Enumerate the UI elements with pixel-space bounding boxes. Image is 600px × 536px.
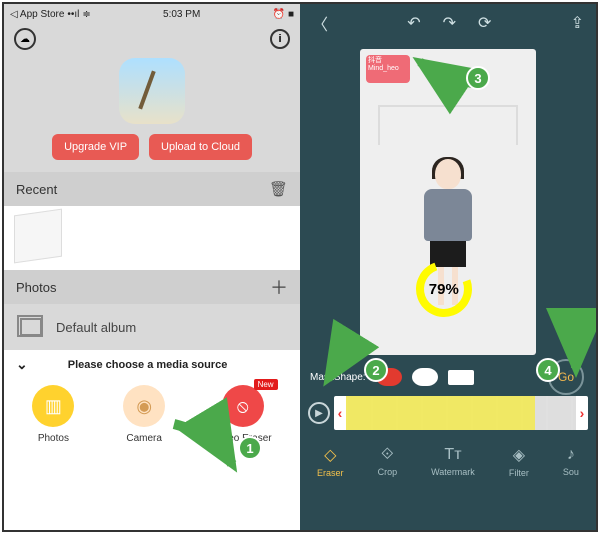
strip-right-icon[interactable]: › [576, 396, 588, 430]
mask-ellipse-white[interactable] [412, 368, 438, 386]
trash-icon[interactable]: 🗑 [269, 180, 288, 198]
redo-icon[interactable]: ↷ [443, 13, 456, 33]
recent-row[interactable] [4, 206, 300, 270]
wifi-icon: ≑ [82, 9, 90, 20]
add-icon[interactable]: ＋ [270, 274, 288, 300]
photos-header: Photos ＋ [4, 270, 300, 304]
annotation-2: 2 [364, 358, 388, 382]
tool-crop[interactable]: ⟐Crop [378, 446, 398, 477]
opt-label: Photos [38, 433, 69, 444]
hero-area: Upgrade VIP Upload to Cloud [4, 54, 300, 172]
annotation-arrow-4 [560, 322, 594, 383]
photos-label: Photos [16, 280, 56, 295]
crop-icon: ⟐ [381, 446, 394, 464]
clip-strip[interactable]: ‹ › [334, 396, 588, 430]
sound-icon: ♪ [567, 446, 575, 464]
text-icon: Tᴛ [444, 446, 461, 464]
upload-cloud-button[interactable]: Upload to Cloud [149, 134, 252, 160]
status-bar: ◁ App Store ••ıl ≑ 5:03 PM ⏰ ■ [4, 4, 300, 24]
annotation-4: 4 [536, 358, 560, 382]
back-icon[interactable]: 〈 [312, 11, 328, 35]
tool-sound[interactable]: ♪Sou [563, 446, 579, 477]
tool-filter[interactable]: ◈Filter [509, 445, 529, 478]
share-icon[interactable]: ⇪ [571, 13, 584, 33]
filter-icon: ◈ [513, 445, 525, 465]
album-label: Default album [56, 320, 136, 335]
bottom-tools: ◇Eraser ⟐Crop TᴛWatermark ◈Filter ♪Sou [300, 434, 596, 484]
signal-icon: ••ıl [67, 9, 79, 20]
recent-header: Recent 🗑 [4, 172, 300, 206]
camera-icon: ◉ [123, 385, 165, 427]
photo-icon: ▥ [32, 385, 74, 427]
sheet-prompt: Please choose a media source [68, 359, 228, 371]
timeline: ▶ ‹ › [300, 392, 596, 434]
tool-eraser[interactable]: ◇Eraser [317, 445, 344, 478]
undo-icon[interactable]: ↶ [407, 13, 420, 33]
chevron-down-icon[interactable]: ⌄ [16, 356, 28, 373]
strip-left-icon[interactable]: ‹ [334, 396, 346, 430]
media-option-camera[interactable]: ◉ Camera [123, 385, 165, 444]
opt-label: Camera [126, 433, 162, 444]
upgrade-vip-button[interactable]: Upgrade VIP [52, 134, 139, 160]
media-option-photos[interactable]: ▥ Photos [32, 385, 74, 444]
page-curl-icon [14, 209, 62, 264]
tiktok-watermark: 抖音Mind_heo [366, 55, 410, 83]
annotation-arrow-1 [164, 414, 244, 479]
selection-range[interactable] [346, 396, 535, 430]
info-icon[interactable]: i [270, 29, 290, 49]
editor-toolbar: 〈 ↶ ↷ ⟳ ⇪ [300, 4, 596, 42]
recent-label: Recent [16, 182, 57, 197]
bg-shelf [378, 105, 518, 145]
play-button[interactable]: ▶ [308, 402, 330, 424]
new-badge: New [254, 379, 278, 390]
annotation-3: 3 [466, 66, 490, 90]
annotation-1: 1 [238, 436, 262, 460]
tool-watermark[interactable]: TᴛWatermark [431, 446, 475, 477]
rotate-icon[interactable]: ⟳ [478, 13, 491, 33]
album-icon [20, 318, 42, 336]
top-bar: ☁ i [4, 24, 300, 54]
battery-icon: ■ [288, 9, 294, 20]
back-appstore[interactable]: ◁ App Store [10, 9, 64, 20]
clock: 5:03 PM [163, 9, 200, 20]
diamond-icon: ◇ [324, 445, 336, 465]
video-thumbnail[interactable] [119, 58, 185, 124]
cloud-upload-icon[interactable]: ☁ [14, 28, 36, 50]
default-album-row[interactable]: Default album [4, 304, 300, 350]
alarm-icon: ⏰ [273, 9, 285, 20]
mask-rect[interactable] [448, 370, 474, 385]
